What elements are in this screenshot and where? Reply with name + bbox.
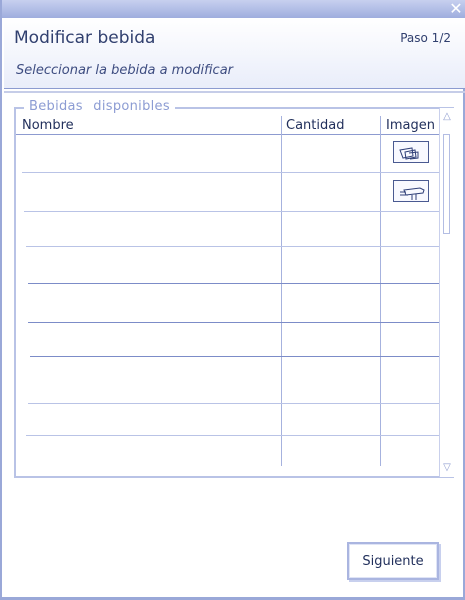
table-row[interactable] [16,323,440,356]
table-row[interactable] [16,357,440,403]
table-row[interactable] [16,436,440,466]
page-subtitle: Seleccionar la bebida a modificar [16,63,234,78]
next-button[interactable]: Siguiente [347,542,439,580]
table-row[interactable] [16,173,440,211]
table-row[interactable] [16,404,440,435]
glasses-icon [393,141,429,163]
title-bar: ✕ [2,0,465,18]
table-row[interactable] [16,284,440,322]
wizard-header: Modificar bebida Paso 1/2 Seleccionar la… [4,18,465,89]
scroll-down-icon[interactable]: ▽ [440,461,454,475]
column-header-imagen[interactable]: Imagen [386,118,435,133]
column-header-cantidad[interactable]: Cantidad [286,118,344,133]
table-row[interactable] [16,247,440,283]
drinks-table[interactable]: Nombre Cantidad Imagen [16,116,440,466]
table-row[interactable] [16,212,440,246]
header-divider [4,91,465,93]
column-header-nombre[interactable]: Nombre [22,118,74,133]
page-title: Modificar bebida [14,28,156,48]
scroll-thumb[interactable] [443,134,450,234]
group-legend: Bebidas disponibles [24,99,175,114]
table-row[interactable] [16,135,440,172]
bottle-pour-icon [393,180,429,202]
step-indicator: Paso 1/2 [400,31,451,45]
close-icon[interactable]: ✕ [447,0,465,18]
vertical-scrollbar[interactable]: △ ▽ [439,108,454,477]
scroll-up-icon[interactable]: △ [440,110,454,124]
